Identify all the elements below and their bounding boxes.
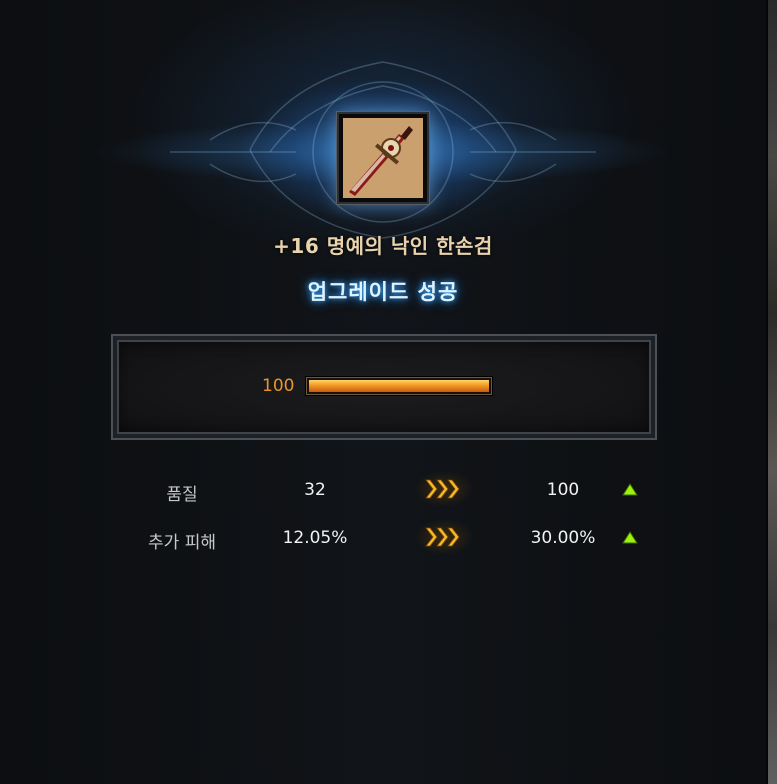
stat-row-quality: 품질 32 100 — [0, 472, 766, 520]
increase-arrow-icon — [622, 483, 638, 496]
stat-row-additional-damage: 추가 피해 12.05% 30.00% — [0, 520, 766, 568]
upgrade-status: 업그레이드 성공 — [307, 280, 459, 304]
increase-arrow-icon — [622, 531, 638, 544]
gauge-value: 100 — [262, 376, 295, 396]
panel-border — [766, 0, 768, 784]
triple-chevron-icon — [416, 472, 472, 506]
item-slot[interactable] — [337, 112, 429, 204]
gauge-fill — [309, 380, 489, 392]
stat-before-value: 12.05% — [282, 528, 348, 548]
item-name: +16 명예의 낙인 한손검 — [273, 234, 493, 258]
background-scene-edge — [766, 0, 777, 784]
stat-after-value: 100 — [546, 480, 580, 500]
triple-chevron-icon — [416, 520, 472, 554]
stat-after-value: 30.00% — [530, 528, 596, 548]
one-handed-sword-icon — [343, 118, 423, 198]
upgrade-result-panel: +16 명예의 낙인 한손검 업그레이드 성공 100 품질 32 100 추가… — [0, 0, 766, 784]
stat-before-value: 32 — [304, 480, 326, 500]
quality-gauge — [306, 377, 492, 395]
